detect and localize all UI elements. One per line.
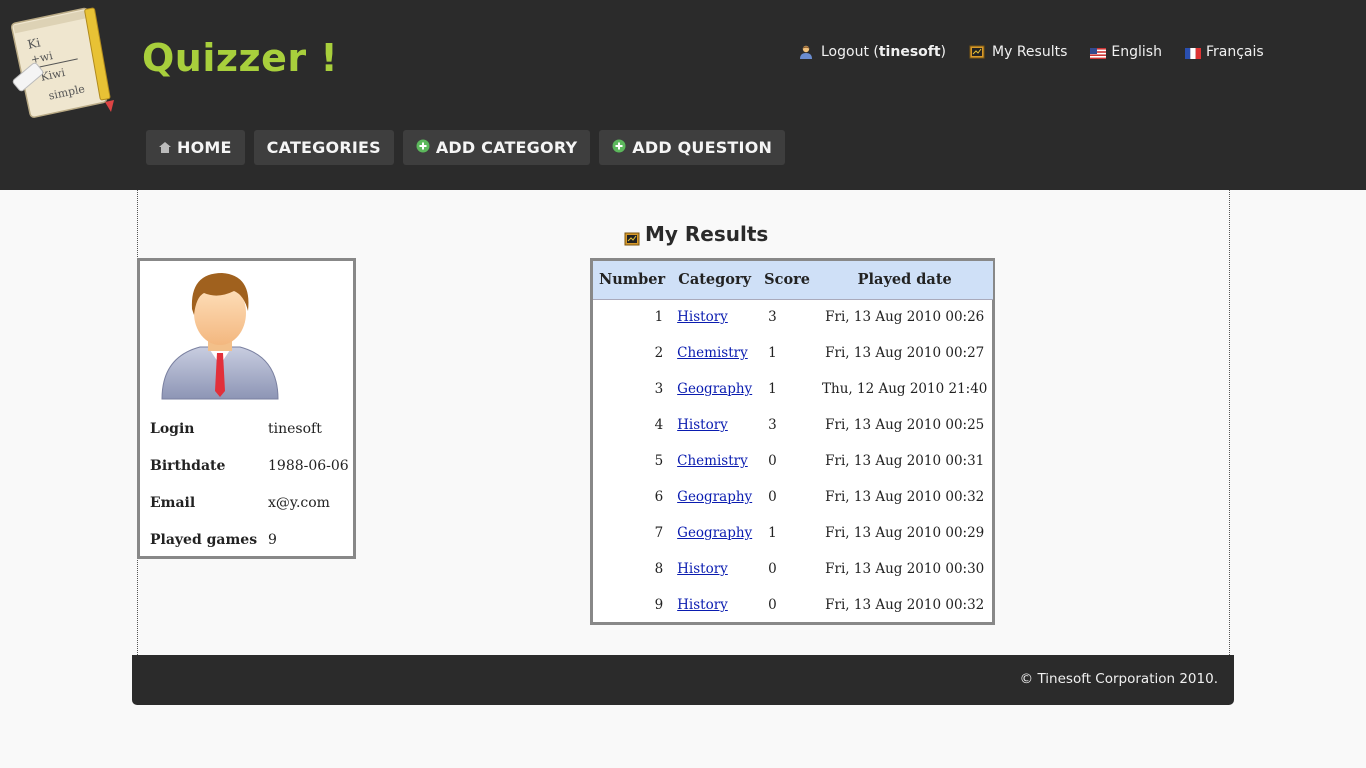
table-row: 5 Chemistry 0 Fri, 13 Aug 2010 00:31 xyxy=(593,443,993,479)
row-score: 0 xyxy=(768,561,777,577)
category-link[interactable]: History xyxy=(677,309,728,325)
row-number: 6 xyxy=(654,489,664,505)
column-header-number[interactable]: Number xyxy=(593,261,671,299)
row-date: Fri, 13 Aug 2010 00:29 xyxy=(825,525,985,541)
category-link[interactable]: History xyxy=(677,597,728,613)
category-link[interactable]: Geography xyxy=(677,525,752,541)
categories-label: CATEGORIES xyxy=(266,138,381,157)
categories-button[interactable]: CATEGORIES xyxy=(253,130,394,165)
user-icon xyxy=(798,45,814,59)
table-row: 3 Geography 1 Thu, 12 Aug 2010 21:40 xyxy=(593,371,993,407)
category-link[interactable]: History xyxy=(677,417,728,433)
footer: © Tinesoft Corporation 2010. xyxy=(132,655,1234,705)
add-category-label: ADD CATEGORY xyxy=(435,138,578,157)
column-header-category[interactable]: Category xyxy=(671,261,758,299)
row-score: 0 xyxy=(768,597,777,613)
table-row: 6 Geography 0 Fri, 13 Aug 2010 00:32 xyxy=(593,479,993,515)
table-row: 7 Geography 1 Fri, 13 Aug 2010 00:29 xyxy=(593,515,993,551)
row-date: Fri, 13 Aug 2010 00:27 xyxy=(825,345,985,361)
row-date: Fri, 13 Aug 2010 00:30 xyxy=(825,561,985,577)
table-row: 4 History 3 Fri, 13 Aug 2010 00:25 xyxy=(593,407,993,443)
row-number: 9 xyxy=(654,597,664,613)
main-navigation: HOME CATEGORIES ADD CATEGORY ADD QUESTIO… xyxy=(146,130,794,165)
my-results-link[interactable]: My Results xyxy=(969,44,1067,60)
email-value: x@y.com xyxy=(268,495,330,511)
played-games-value: 9 xyxy=(268,532,277,548)
avatar-icon xyxy=(160,269,280,401)
header: Ki +wi Kiwi simple Quizzer ! Logout (tin… xyxy=(0,0,1366,190)
results-heading: My Results xyxy=(624,222,768,246)
row-score: 1 xyxy=(768,345,777,361)
results-table: Number Category Score Played date 1 Hist… xyxy=(590,258,995,625)
birthdate-label: Birthdate xyxy=(150,458,226,474)
table-header-row: Number Category Score Played date xyxy=(593,261,994,299)
logout-link[interactable]: Logout (tinesoft) xyxy=(798,44,946,60)
fr-flag-icon xyxy=(1184,47,1201,59)
row-date: Fri, 13 Aug 2010 00:26 xyxy=(825,309,985,326)
login-value: tinesoft xyxy=(268,421,322,437)
row-score: 3 xyxy=(768,417,777,433)
results-heading-text: My Results xyxy=(645,222,769,246)
username: tinesoft xyxy=(878,44,941,60)
home-icon xyxy=(159,138,171,157)
logout-label: Logout ( xyxy=(821,44,879,60)
results-icon xyxy=(624,227,640,246)
category-link[interactable]: Chemistry xyxy=(677,453,748,469)
add-icon xyxy=(612,138,626,157)
notepad-logo-icon[interactable]: Ki +wi Kiwi simple xyxy=(8,2,123,120)
row-number: 4 xyxy=(654,417,664,433)
row-date: Fri, 13 Aug 2010 00:25 xyxy=(825,417,985,433)
email-label: Email xyxy=(150,495,196,511)
row-number: 2 xyxy=(654,345,664,361)
english-label: English xyxy=(1111,44,1162,60)
column-header-played-date[interactable]: Played date xyxy=(816,261,993,299)
table-row: 9 History 0 Fri, 13 Aug 2010 00:32 xyxy=(593,587,993,623)
add-category-button[interactable]: ADD CATEGORY xyxy=(402,130,591,165)
home-button[interactable]: HOME xyxy=(146,130,245,165)
my-results-label: My Results xyxy=(992,44,1068,60)
row-score: 1 xyxy=(768,381,777,397)
results-icon xyxy=(969,45,985,59)
home-label: HOME xyxy=(177,138,232,157)
row-score: 0 xyxy=(768,453,777,469)
us-flag-icon xyxy=(1090,47,1107,59)
birthdate-value: 1988-06-06 xyxy=(268,458,349,474)
french-label: Français xyxy=(1205,44,1264,60)
row-number: 8 xyxy=(654,561,664,577)
row-score: 0 xyxy=(768,489,777,505)
row-date: Fri, 13 Aug 2010 00:32 xyxy=(825,597,985,613)
row-number: 7 xyxy=(654,525,664,541)
french-link[interactable]: Français xyxy=(1184,44,1264,60)
row-number: 1 xyxy=(654,309,664,326)
table-row: 8 History 0 Fri, 13 Aug 2010 00:30 xyxy=(593,551,993,587)
row-score: 1 xyxy=(768,525,777,541)
add-icon xyxy=(416,138,430,157)
category-link[interactable]: History xyxy=(677,561,728,577)
table-row: 2 Chemistry 1 Fri, 13 Aug 2010 00:27 xyxy=(593,335,993,371)
profile-card: Login tinesoft Birthdate 1988-06-06 Emai… xyxy=(137,258,356,559)
row-date: Fri, 13 Aug 2010 00:32 xyxy=(825,489,985,505)
copyright-text: © Tinesoft Corporation 2010. xyxy=(1019,671,1218,687)
top-navigation: Logout (tinesoft) My Results English Fra… xyxy=(798,42,1264,62)
row-date: Fri, 13 Aug 2010 00:31 xyxy=(825,453,985,469)
english-link[interactable]: English xyxy=(1090,44,1162,60)
category-link[interactable]: Chemistry xyxy=(677,345,748,361)
row-score: 3 xyxy=(768,309,777,326)
logout-close: ) xyxy=(940,44,947,60)
row-number: 5 xyxy=(654,453,664,469)
login-label: Login xyxy=(150,421,195,437)
row-date: Thu, 12 Aug 2010 21:40 xyxy=(822,381,988,397)
app-title: Quizzer ! xyxy=(142,36,339,80)
played-games-label: Played games xyxy=(150,532,258,548)
category-link[interactable]: Geography xyxy=(677,381,752,397)
table-row: 1 History 3 Fri, 13 Aug 2010 00:26 xyxy=(593,299,993,335)
row-number: 3 xyxy=(654,381,664,397)
add-question-label: ADD QUESTION xyxy=(632,138,773,157)
column-header-score[interactable]: Score xyxy=(758,261,816,299)
add-question-button[interactable]: ADD QUESTION xyxy=(599,130,786,165)
category-link[interactable]: Geography xyxy=(677,489,752,505)
